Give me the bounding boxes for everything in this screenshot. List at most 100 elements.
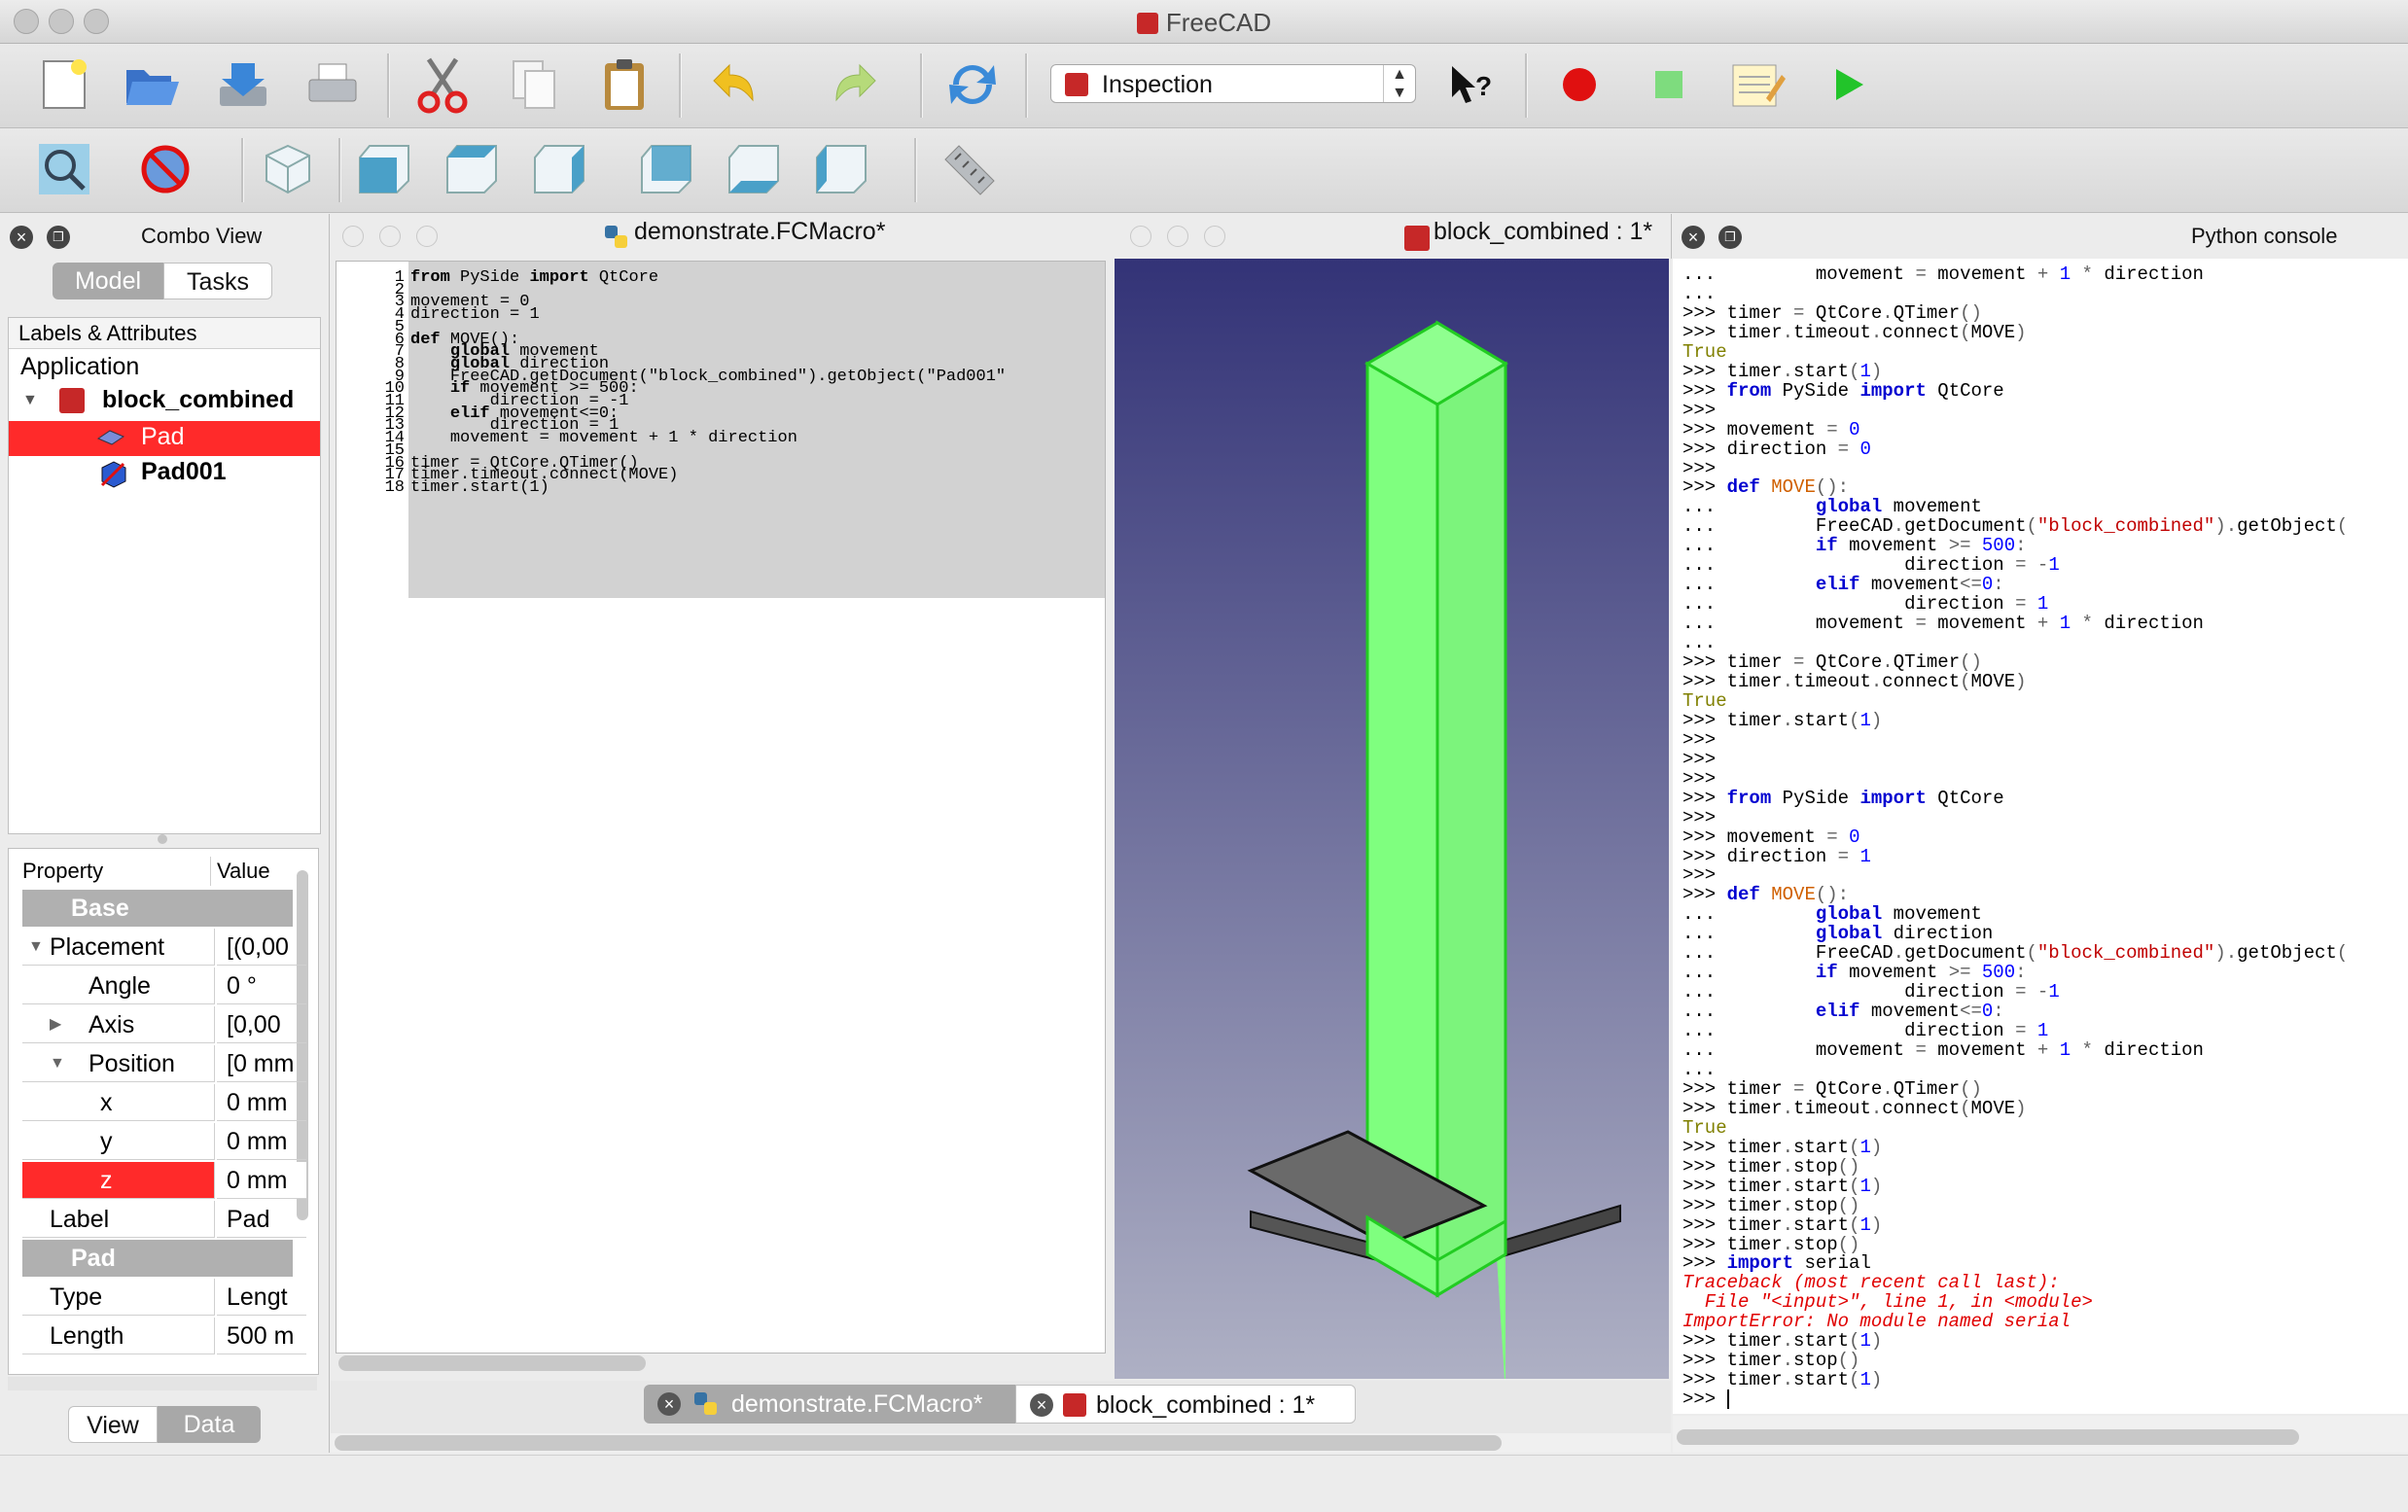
property-value[interactable]: 0 mm — [217, 1162, 306, 1199]
property-row-position[interactable]: ▼ Position [0 mm — [22, 1045, 306, 1082]
fit-all-button[interactable] — [35, 140, 93, 198]
chevron-down-icon[interactable]: ▼ — [50, 1045, 65, 1082]
macro-stop-button[interactable] — [1640, 55, 1698, 114]
clipboard-icon — [605, 59, 644, 110]
copy-button[interactable] — [506, 55, 564, 114]
console-line: >>> timer.timeout.connect(MOVE) — [1682, 321, 2027, 343]
property-row-placement[interactable]: ▼ Placement [(0,00 — [22, 929, 306, 966]
splitter-handle[interactable] — [158, 834, 167, 844]
close-icon[interactable]: × — [10, 226, 33, 249]
tree-item-pad[interactable]: Pad — [9, 421, 320, 456]
workbench-selector[interactable]: Inspection ▲ ▼ — [1050, 64, 1416, 103]
save-document-button[interactable] — [214, 55, 272, 114]
3d-viewport[interactable] — [1115, 259, 1669, 1379]
tree-item-pad001-label: Pad001 — [141, 458, 227, 485]
property-row-z[interactable]: z 0 mm — [22, 1162, 306, 1199]
toolbar-separator — [241, 138, 244, 202]
close-icon[interactable]: × — [1682, 226, 1705, 249]
redo-icon — [835, 63, 876, 102]
property-hscrollbar[interactable] — [8, 1377, 317, 1390]
toolbar-separator — [387, 53, 390, 118]
paste-button[interactable] — [595, 55, 654, 114]
undo-icon — [713, 63, 754, 102]
subwindow-close-button[interactable] — [342, 226, 364, 247]
subwindow-maximize-button[interactable] — [416, 226, 438, 247]
refresh-button[interactable] — [943, 55, 1002, 114]
float-panel-icon[interactable]: ❐ — [47, 226, 70, 249]
view-left-button[interactable] — [813, 140, 871, 198]
tab-demonstrate-macro[interactable]: × demonstrate.FCMacro* — [644, 1385, 1015, 1424]
property-row-axis[interactable]: ▶ Axis [0,00 — [22, 1006, 306, 1043]
property-value[interactable]: [0 mm — [217, 1045, 306, 1082]
property-row-y[interactable]: y 0 mm — [22, 1123, 306, 1160]
property-value[interactable]: 0 ° — [217, 967, 306, 1004]
workbench-selector-value: Inspection — [1102, 71, 1213, 98]
viewer-minimize-button[interactable] — [1167, 226, 1188, 247]
property-name-text: Position — [89, 1050, 175, 1077]
undo-button[interactable] — [710, 55, 768, 114]
whats-this-button[interactable]: ? — [1441, 55, 1500, 114]
property-name-text: Length — [50, 1322, 124, 1350]
view-front-button[interactable] — [356, 140, 414, 198]
play-icon — [1836, 69, 1863, 100]
tab-view[interactable]: View — [68, 1406, 158, 1443]
property-value[interactable]: 500 m — [217, 1318, 306, 1354]
chevron-down-icon[interactable]: ▼ — [22, 392, 38, 409]
new-document-button[interactable] — [35, 55, 93, 114]
open-document-button[interactable] — [123, 55, 181, 114]
chevron-right-icon[interactable]: ▶ — [50, 1006, 61, 1043]
property-row-x[interactable]: x 0 mm — [22, 1084, 306, 1121]
tree-item-application[interactable]: Application — [20, 353, 139, 381]
3d-scene — [1247, 320, 1621, 1379]
close-tab-icon[interactable]: × — [657, 1392, 681, 1416]
tab-model[interactable]: Model — [53, 263, 163, 299]
chevron-down-icon[interactable]: ▼ — [28, 929, 44, 966]
tab-data[interactable]: Data — [158, 1406, 261, 1443]
macros-button[interactable] — [1727, 55, 1786, 114]
tab-demonstrate-macro-label: demonstrate.FCMacro* — [731, 1390, 983, 1418]
editor-hscrollbar[interactable] — [338, 1355, 646, 1371]
property-value[interactable]: [(0,00 — [217, 929, 306, 966]
macro-execute-button[interactable] — [1819, 55, 1877, 114]
float-panel-icon[interactable]: ❐ — [1718, 226, 1742, 249]
view-bottom-button[interactable] — [726, 140, 784, 198]
subwindow-minimize-button[interactable] — [379, 226, 401, 247]
property-value[interactable]: Pad — [217, 1201, 306, 1238]
macro-editor[interactable]: 1 from PySide import QtCore 2 3 movement = 0… — [336, 261, 1106, 1354]
property-value[interactable]: 0 mm — [217, 1123, 306, 1160]
property-row-type[interactable]: Type Lengt — [22, 1279, 306, 1316]
view-top-button[interactable] — [443, 140, 502, 198]
tree-item-document[interactable]: block_combined — [102, 386, 294, 414]
draw-style-button[interactable] — [136, 140, 195, 198]
python-console[interactable]: ... movement = movement + 1 * direction.… — [1673, 259, 2408, 1414]
console-line: ImportError: No module named serial — [1682, 1311, 2072, 1333]
redo-button[interactable] — [825, 55, 883, 114]
viewer-maximize-button[interactable] — [1204, 226, 1225, 247]
property-value[interactable]: Lengt — [217, 1279, 306, 1316]
cut-button[interactable] — [413, 55, 472, 114]
view-rear-button[interactable] — [638, 140, 696, 198]
tree-item-pad001[interactable]: Pad001 — [9, 456, 320, 491]
console-hscrollbar[interactable] — [1677, 1429, 2299, 1445]
tab-tasks[interactable]: Tasks — [163, 263, 272, 299]
property-name-text: Angle — [89, 972, 151, 1000]
measure-distance-button[interactable] — [939, 140, 998, 198]
property-value[interactable]: 0 mm — [217, 1084, 306, 1121]
viewer-close-button[interactable] — [1130, 226, 1151, 247]
macro-record-button[interactable] — [1550, 55, 1609, 114]
property-row-angle[interactable]: Angle 0 ° — [22, 967, 306, 1004]
combo-view-title: Combo View — [141, 224, 263, 248]
property-row-label[interactable]: Label Pad — [22, 1201, 306, 1238]
view-right-button[interactable] — [531, 140, 589, 198]
close-tab-icon[interactable]: × — [1030, 1393, 1053, 1417]
property-value[interactable]: [0,00 — [217, 1006, 306, 1043]
view-isometric-button[interactable] — [259, 140, 317, 198]
tab-block-combined[interactable]: × block_combined : 1* — [1015, 1385, 1356, 1424]
console-line: ... FreeCAD.getDocument("block_combined"… — [1682, 942, 2349, 965]
mdi-hscrollbar[interactable] — [335, 1435, 1502, 1451]
print-button[interactable] — [303, 55, 362, 114]
property-row-length[interactable]: Length 500 m — [22, 1318, 306, 1354]
line-number: 18 — [384, 477, 405, 497]
property-group-pad: Pad — [22, 1240, 293, 1277]
console-line: >>> — [1682, 864, 1717, 887]
